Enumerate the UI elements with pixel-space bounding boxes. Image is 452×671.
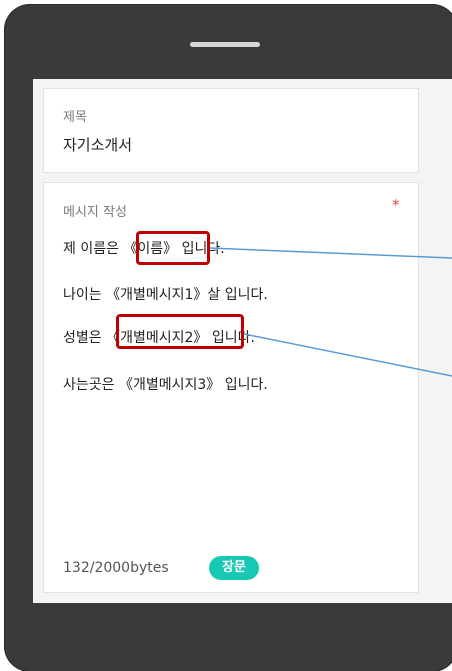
callout-arrows	[209, 247, 452, 377]
callout-arrow-2	[243, 333, 452, 377]
callout-arrow-1	[209, 247, 452, 259]
